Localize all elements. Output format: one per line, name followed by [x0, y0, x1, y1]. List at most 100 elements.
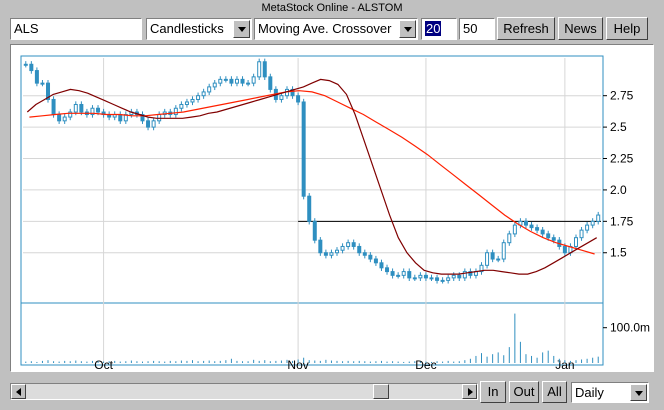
- candle-body: [379, 262, 384, 269]
- scroll-thumb[interactable]: [373, 384, 389, 399]
- candle-body: [396, 274, 401, 277]
- candle-body: [340, 245, 345, 251]
- candle-body: [418, 274, 423, 279]
- help-button[interactable]: Help: [606, 17, 648, 40]
- window-title: MetaStock Online - ALSTOM: [261, 2, 403, 14]
- fast-period-value: 20: [425, 21, 442, 36]
- chart-panel: 1.51.752.02.252.52.75OctNovDecJanFeb100.…: [10, 44, 654, 372]
- candle-body: [596, 214, 601, 222]
- y-tick-label: 1.5: [610, 246, 627, 260]
- chevron-down-icon[interactable]: [399, 20, 416, 38]
- zoom-in-button[interactable]: In: [480, 381, 506, 403]
- chevron-down-icon[interactable]: [233, 20, 250, 38]
- ma-fast-line: [26, 78, 598, 275]
- zoom-out-button[interactable]: Out: [509, 381, 539, 403]
- candle-body: [257, 61, 262, 78]
- candle-body: [234, 78, 239, 84]
- candle-body: [429, 277, 434, 280]
- candle-body: [329, 252, 334, 256]
- candle-body: [540, 229, 545, 235]
- candle-body: [562, 245, 567, 254]
- interval-value: Daily: [575, 385, 604, 400]
- candle-body: [501, 242, 506, 260]
- candle-body: [96, 107, 101, 113]
- candle-body: [179, 103, 184, 109]
- candle-body: [351, 242, 356, 247]
- candle-body: [62, 116, 67, 122]
- candle-body: [196, 95, 201, 100]
- indicator-select[interactable]: Moving Ave. Crossover: [254, 18, 418, 40]
- candle-body: [23, 63, 28, 66]
- candle-body: [362, 252, 367, 256]
- candle-body: [146, 120, 151, 128]
- candle-body: [79, 103, 84, 113]
- x-tick-label: Jan: [555, 358, 574, 371]
- candle-body: [529, 224, 534, 229]
- volume-tick-label: 100.0m: [610, 321, 650, 335]
- candle-body: [312, 220, 317, 241]
- y-tick-label: 2.0: [610, 183, 627, 197]
- slow-period-input[interactable]: 50: [459, 18, 495, 40]
- news-button[interactable]: News: [558, 17, 603, 40]
- show-all-button[interactable]: All: [542, 381, 567, 403]
- candle-body: [401, 271, 406, 276]
- candle-body: [73, 103, 78, 113]
- chart-style-value: Candlesticks: [150, 21, 224, 36]
- chevron-down-icon[interactable]: [630, 384, 647, 401]
- candle-body: [573, 237, 578, 247]
- candle-body: [368, 254, 373, 260]
- symbol-input[interactable]: ALS: [10, 18, 142, 40]
- y-tick-label: 2.25: [610, 152, 634, 166]
- candle-body: [57, 114, 62, 122]
- chart-style-select[interactable]: Candlesticks: [146, 18, 252, 40]
- candle-body: [585, 224, 590, 231]
- candle-body: [246, 82, 251, 85]
- candle-body: [118, 114, 123, 122]
- candle-body: [490, 252, 495, 260]
- candle-body: [229, 78, 234, 84]
- candle-body: [435, 277, 440, 281]
- candle-body: [357, 245, 362, 254]
- candle-body: [390, 271, 395, 276]
- candle-body: [34, 70, 39, 84]
- y-tick-label: 2.5: [610, 120, 627, 134]
- candle-body: [407, 271, 412, 279]
- candle-body: [184, 101, 189, 105]
- horizontal-scrollbar[interactable]: [10, 383, 478, 400]
- candle-body: [190, 98, 195, 103]
- y-tick-label: 2.75: [610, 89, 634, 103]
- candle-body: [346, 242, 351, 247]
- candle-body: [251, 76, 256, 84]
- candle-body: [323, 252, 328, 256]
- candle-body: [262, 61, 267, 78]
- price-chart[interactable]: 1.51.752.02.252.52.75OctNovDecJanFeb100.…: [11, 45, 653, 372]
- arrow-right-icon: [468, 388, 473, 396]
- candle-body: [451, 274, 456, 279]
- candle-body: [173, 107, 178, 116]
- candle-body: [207, 86, 212, 93]
- candle-body: [157, 114, 162, 122]
- candle-body: [385, 267, 390, 273]
- candle-body: [423, 274, 428, 279]
- candle-body: [412, 277, 417, 280]
- candle-body: [590, 220, 595, 226]
- candle-body: [546, 233, 551, 239]
- candle-body: [551, 237, 556, 241]
- arrow-left-icon: [16, 388, 21, 396]
- candle-body: [51, 98, 56, 116]
- candle-body: [335, 249, 340, 254]
- candle-body: [218, 78, 223, 84]
- candle-body: [507, 233, 512, 244]
- indicator-value: Moving Ave. Crossover: [258, 21, 392, 36]
- candle-body: [485, 252, 490, 266]
- candle-body: [579, 229, 584, 239]
- interval-select[interactable]: Daily: [571, 382, 649, 403]
- candle-body: [40, 82, 45, 85]
- y-tick-label: 1.75: [610, 214, 634, 228]
- fast-period-input[interactable]: 20: [421, 18, 457, 40]
- scroll-left-button[interactable]: [11, 384, 26, 399]
- refresh-button[interactable]: Refresh: [497, 17, 555, 40]
- scroll-right-button[interactable]: [462, 384, 477, 399]
- x-tick-label: Dec: [415, 358, 436, 371]
- candle-body: [446, 277, 451, 281]
